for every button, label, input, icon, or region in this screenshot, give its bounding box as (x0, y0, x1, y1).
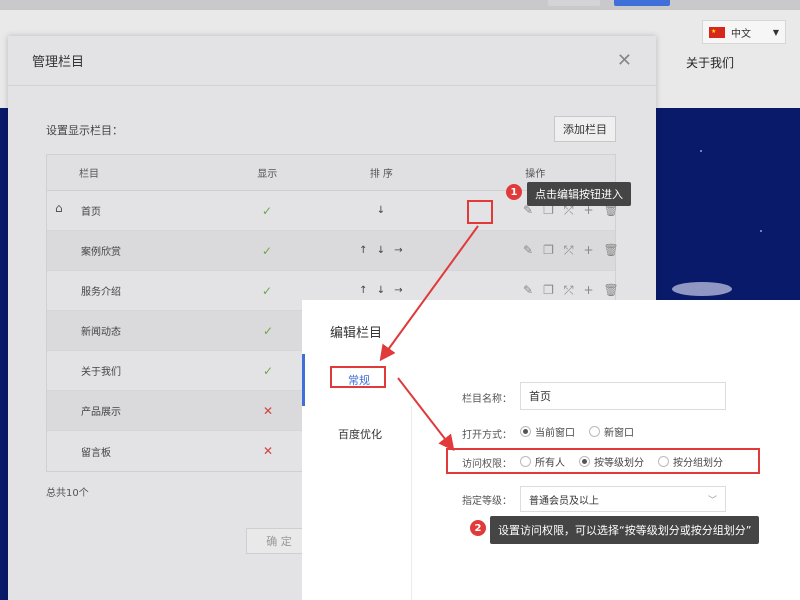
trash-icon[interactable]: 🗑 (604, 243, 619, 258)
step-2-badge: 2 (470, 520, 486, 536)
row-name: 留言板 (81, 447, 111, 459)
table-row: 案例欣赏 ✓ ↑ ↓ → ✎ ❐ ⤱ + 🗑 (47, 231, 619, 271)
radio-dot-icon (589, 426, 600, 437)
add-icon[interactable]: + (583, 283, 593, 298)
open-new-window-radio[interactable]: 新窗口 (589, 424, 634, 439)
copy-icon[interactable]: ❐ (543, 243, 554, 258)
access-highlight (446, 448, 760, 474)
link-icon[interactable]: ⤱ (564, 283, 574, 298)
close-icon[interactable]: ✕ (617, 52, 632, 70)
header-show: 显示 (257, 169, 278, 180)
sort-arrows[interactable]: ↑ ↓ → (310, 245, 455, 256)
step-2-tooltip: 设置访问权限，可以选择“按等级划分或按分组划分” (490, 516, 760, 544)
open-current-window-radio[interactable]: 当前窗口 (520, 424, 575, 439)
row-actions: ✎ ❐ ⤱ + 🗑 (455, 243, 619, 258)
visible-check-icon[interactable]: ✓ (262, 204, 272, 218)
edit-button-highlight (467, 200, 493, 224)
visible-check-icon[interactable]: ✓ (263, 364, 273, 378)
tab-baidu-seo[interactable]: 百度优化 (338, 426, 382, 442)
general-tab-highlight (330, 366, 386, 388)
star-dot (760, 230, 762, 232)
row-name: 新闻动态 (81, 327, 121, 338)
panel-title: 编辑栏目 (330, 326, 383, 341)
visible-check-icon[interactable]: ✓ (263, 324, 273, 338)
column-name-input[interactable]: 首页 (520, 382, 726, 410)
name-label: 栏目名称： (462, 394, 512, 405)
add-icon[interactable]: + (583, 243, 593, 258)
row-name: 服务介绍 (81, 287, 121, 298)
site-top-strip (0, 0, 800, 10)
level-select[interactable]: 普通会员及以上 ﹀ (520, 486, 726, 512)
chevron-down-icon: ﹀ (707, 495, 717, 506)
edit-icon[interactable]: ✎ (523, 243, 533, 258)
top-button-blue[interactable] (614, 0, 670, 6)
edit-icon[interactable]: ✎ (523, 283, 533, 298)
row-name: 首页 (81, 207, 101, 218)
trash-icon[interactable]: 🗑 (604, 283, 619, 298)
level-select-value: 普通会员及以上 (529, 495, 599, 507)
dialog-header: 管理栏目 (8, 36, 656, 86)
copy-icon[interactable]: ❐ (543, 283, 554, 298)
header-actions: 操作 (525, 169, 546, 180)
hidden-x-icon[interactable]: ✕ (263, 404, 273, 418)
radio-dot-icon (520, 426, 531, 437)
top-button-gray[interactable] (548, 0, 600, 6)
hidden-x-icon[interactable]: ✕ (263, 444, 273, 458)
hero-cloud (672, 282, 732, 296)
level-label: 指定等级： (462, 496, 512, 507)
step-1-badge: 1 (506, 184, 522, 200)
link-icon[interactable]: ⤱ (564, 243, 574, 258)
total-count: 总共10个 (46, 488, 89, 499)
sort-arrows[interactable]: ↓ (310, 205, 455, 216)
dialog-title: 管理栏目 (32, 55, 85, 70)
sort-arrows[interactable]: ↑ ↓ → (310, 285, 455, 296)
caret-down-icon: ▼ (772, 27, 779, 37)
open-mode-label: 打开方式： (462, 430, 512, 441)
language-selector[interactable]: 中文 ▼ (702, 20, 786, 44)
open-mode-group: 当前窗口 新窗口 (520, 424, 648, 439)
china-flag-icon (709, 26, 725, 38)
header-name: 栏目 (79, 169, 99, 180)
language-label: 中文 (731, 28, 751, 40)
edit-column-panel: 编辑栏目 常规 百度优化 栏目名称： 首页 打开方式： 当前窗口 新窗口 访问权… (302, 300, 800, 600)
step-1-tooltip: 点击编辑按钮进入 (527, 182, 631, 206)
visible-check-icon[interactable]: ✓ (262, 244, 272, 258)
row-name: 产品展示 (81, 407, 121, 418)
row-name: 关于我们 (81, 367, 121, 378)
add-column-button[interactable]: 添加栏目 (554, 116, 616, 142)
header-sort: 排序 (369, 169, 396, 180)
visible-check-icon[interactable]: ✓ (262, 284, 272, 298)
set-display-label: 设置显示栏目： (46, 124, 123, 137)
row-actions: ✎ ❐ ⤱ + 🗑 (455, 283, 619, 298)
nav-about-us[interactable]: 关于我们 (686, 54, 734, 71)
star-dot (700, 150, 702, 152)
row-name: 案例欣赏 (81, 247, 121, 258)
column-name-value: 首页 (529, 390, 551, 403)
home-icon: ⌂ (55, 201, 63, 215)
